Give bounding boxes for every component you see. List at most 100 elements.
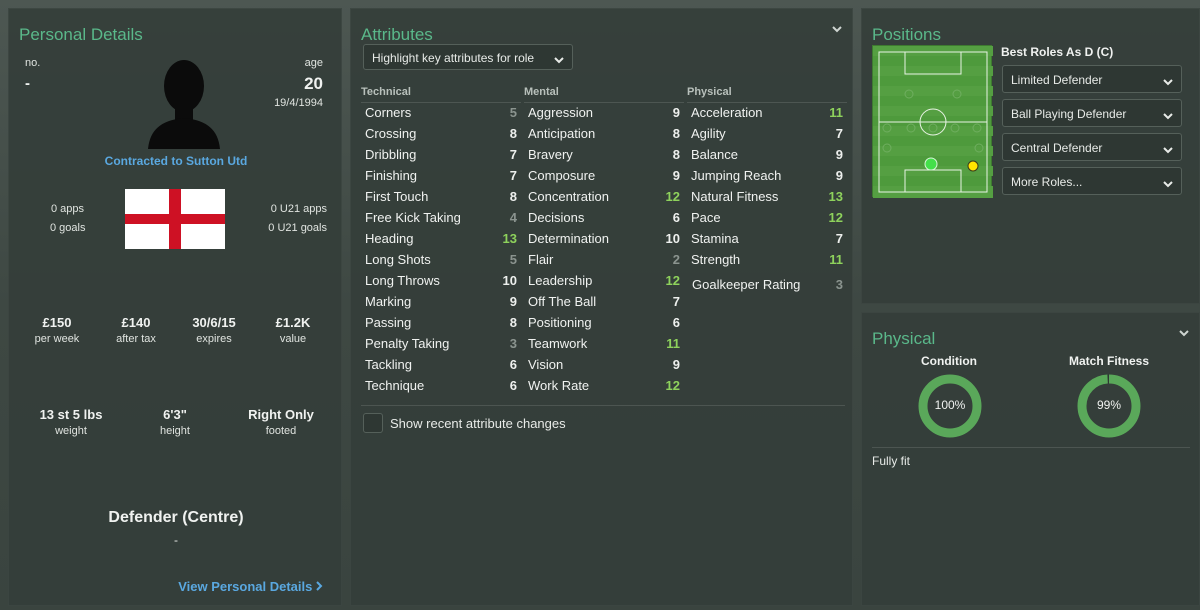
attribute-value: 7 <box>509 147 517 162</box>
physical-panel: Physical Condition 100% Match Fitness 99… <box>861 312 1200 606</box>
attribute-row[interactable]: Technique 6 <box>361 376 521 397</box>
attribute-row[interactable]: Long Shots 5 <box>361 250 521 271</box>
attribute-row[interactable]: Dribbling 7 <box>361 145 521 166</box>
chevron-down-icon <box>1163 75 1173 89</box>
attribute-row[interactable]: Vision 9 <box>524 355 684 376</box>
attribute-row[interactable]: Tackling 6 <box>361 355 521 376</box>
role-dropdown-more-roles[interactable]: More Roles... <box>1002 167 1182 195</box>
attribute-name: Pace <box>691 210 721 225</box>
attribute-value: 9 <box>672 357 680 372</box>
condition-ring: 100% <box>915 371 985 441</box>
role-dropdown-limited-defender[interactable]: Limited Defender <box>1002 65 1182 93</box>
attribute-name: Work Rate <box>528 378 590 393</box>
attribute-name: Dribbling <box>365 147 417 162</box>
attribute-name: Concentration <box>528 189 609 204</box>
attribute-row[interactable]: Concentration 12 <box>524 187 684 208</box>
attribute-row[interactable]: Jumping Reach 9 <box>687 166 847 187</box>
collapse-physical-icon[interactable] <box>1179 329 1189 339</box>
chevron-down-icon <box>1163 143 1173 157</box>
attribute-row[interactable]: Composure 9 <box>524 166 684 187</box>
attribute-value: 6 <box>672 315 680 330</box>
attribute-name: Long Shots <box>365 252 431 267</box>
attribute-row[interactable]: Free Kick Taking 4 <box>361 208 521 229</box>
attribute-row[interactable]: Leadership 12 <box>524 271 684 292</box>
view-personal-details-link[interactable]: View Personal Details <box>178 579 323 594</box>
attribute-row[interactable]: Natural Fitness 13 <box>687 187 847 208</box>
attribute-value: 11 <box>829 105 843 120</box>
condition-label: Condition <box>921 354 977 368</box>
attribute-row[interactable]: Stamina 7 <box>687 229 847 250</box>
attribute-row[interactable]: Determination 10 <box>524 229 684 250</box>
attribute-row[interactable]: Acceleration 11 <box>687 103 847 124</box>
attribute-value: 6 <box>509 378 517 393</box>
number-value: - <box>25 75 30 92</box>
attribute-row[interactable]: Strength 11 <box>687 250 847 271</box>
attribute-row[interactable]: Anticipation 8 <box>524 124 684 145</box>
attribute-name: Free Kick Taking <box>365 210 461 225</box>
condition-value: 100% <box>934 398 966 412</box>
attribute-row[interactable]: Work Rate 12 <box>524 376 684 397</box>
age-value: 20 <box>304 74 323 93</box>
goalkeeper-rating-value: 3 <box>835 277 843 292</box>
attribute-row[interactable]: Agility 7 <box>687 124 847 145</box>
attribute-row[interactable]: Long Throws 10 <box>361 271 521 292</box>
attribute-name: Agility <box>691 126 726 141</box>
attribute-row[interactable]: Penalty Taking 3 <box>361 334 521 355</box>
attribute-value: 6 <box>672 210 680 225</box>
attribute-name: Bravery <box>528 147 573 162</box>
role-label: Ball Playing Defender <box>1011 107 1127 121</box>
attribute-name: Jumping Reach <box>691 168 782 183</box>
attribute-row[interactable]: Balance 9 <box>687 145 847 166</box>
attribute-name: Positioning <box>528 315 592 330</box>
recent-changes-checkbox[interactable] <box>363 413 383 433</box>
positions-title: Positions <box>872 25 941 44</box>
attribute-name: Composure <box>528 168 596 183</box>
wage-after-tax: £140 after tax <box>116 315 156 345</box>
attribute-value: 8 <box>672 147 680 162</box>
attribute-row[interactable]: First Touch 8 <box>361 187 521 208</box>
attribute-row[interactable]: Marking 9 <box>361 292 521 313</box>
attribute-value: 9 <box>509 294 517 309</box>
highlight-attributes-dropdown[interactable]: Highlight key attributes for role <box>363 44 573 70</box>
u21-apps-count: 0 U21 apps <box>270 203 327 215</box>
attribute-name: Balance <box>691 147 738 162</box>
attribute-value: 3 <box>509 336 517 351</box>
attribute-row[interactable]: Bravery 8 <box>524 145 684 166</box>
attribute-row[interactable]: Flair 2 <box>524 250 684 271</box>
attribute-row[interactable]: Passing 8 <box>361 313 521 334</box>
attribute-row[interactable]: Positioning 6 <box>524 313 684 334</box>
attribute-row[interactable]: Aggression 9 <box>524 103 684 124</box>
positions-panel: Positions Best Roles As D (C) Limited De… <box>861 8 1200 304</box>
attribute-value: 7 <box>672 294 680 309</box>
apps-count: 0 apps <box>51 203 85 215</box>
attribute-name: Acceleration <box>691 105 763 120</box>
england-flag-icon <box>125 189 225 249</box>
contract-link[interactable]: Contracted to Sutton Utd <box>9 154 343 168</box>
role-dropdown-central-defender[interactable]: Central Defender <box>1002 133 1182 161</box>
match-fitness-ring: 99% <box>1074 371 1144 441</box>
attribute-value: 4 <box>509 210 517 225</box>
attribute-value: 7 <box>835 231 843 246</box>
attribute-value: 2 <box>672 252 680 267</box>
attribute-name: Tackling <box>365 357 412 372</box>
attribute-name: Teamwork <box>528 336 588 351</box>
attribute-value: 7 <box>835 126 843 141</box>
attribute-value: 10 <box>502 273 517 288</box>
attribute-row[interactable]: Pace 12 <box>687 208 847 229</box>
recent-changes-label: Show recent attribute changes <box>390 416 566 431</box>
role-dropdown-ball-playing-defender[interactable]: Ball Playing Defender <box>1002 99 1182 127</box>
goalkeeper-rating-label: Goalkeeper Rating <box>692 277 801 292</box>
attribute-row[interactable]: Off The Ball 7 <box>524 292 684 313</box>
player-weight: 13 st 5 lbs weight <box>39 407 103 437</box>
attribute-value: 5 <box>509 252 517 267</box>
attribute-row[interactable]: Finishing 7 <box>361 166 521 187</box>
collapse-attributes-icon[interactable] <box>832 25 842 35</box>
attribute-row[interactable]: Decisions 6 <box>524 208 684 229</box>
attribute-row[interactable]: Teamwork 11 <box>524 334 684 355</box>
attribute-row[interactable]: Heading 13 <box>361 229 521 250</box>
attribute-name: Crossing <box>365 126 417 141</box>
attribute-value: 8 <box>509 315 517 330</box>
attribute-name: Stamina <box>691 231 739 246</box>
attribute-row[interactable]: Corners 5 <box>361 103 521 124</box>
attribute-row[interactable]: Crossing 8 <box>361 124 521 145</box>
